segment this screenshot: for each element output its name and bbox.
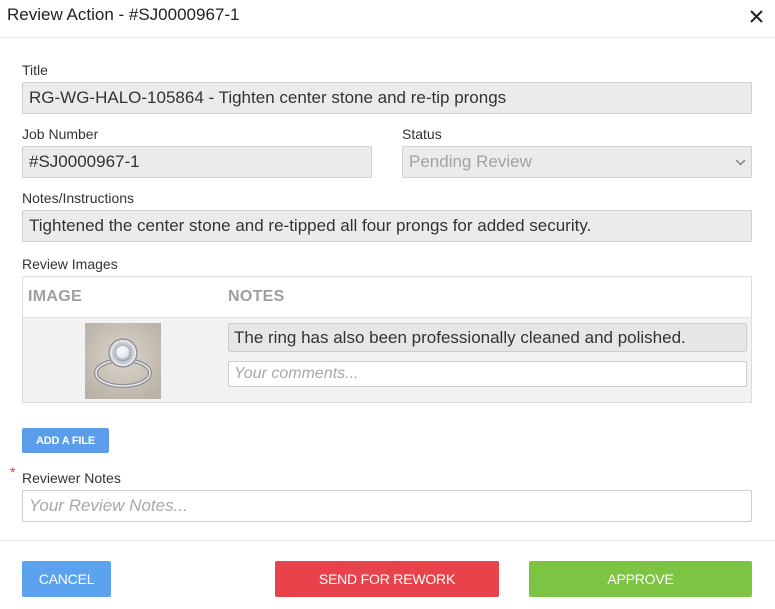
add-file-button[interactable]: ADD A FILE bbox=[22, 428, 109, 453]
close-icon[interactable] bbox=[749, 9, 763, 23]
image-note-field[interactable]: The ring has also been professionally cl… bbox=[228, 323, 747, 352]
cancel-button[interactable]: CANCEL bbox=[22, 561, 111, 597]
reviewer-notes-input[interactable] bbox=[22, 490, 752, 522]
approve-button[interactable]: APPROVE bbox=[529, 561, 752, 597]
notes-field[interactable]: Tightened the center stone and re-tipped… bbox=[22, 210, 752, 242]
status-label: Status bbox=[402, 126, 442, 142]
status-select[interactable]: Pending Review bbox=[402, 146, 752, 178]
review-images-table: IMAGE NOTES The ring has also been profe… bbox=[22, 276, 752, 403]
title-field[interactable]: RG-WG-HALO-105864 - Tighten center stone… bbox=[22, 82, 752, 114]
notes-label: Notes/Instructions bbox=[22, 190, 135, 206]
dialog-title: Review Action - #SJ0000967-1 bbox=[7, 5, 240, 24]
close-button[interactable] bbox=[745, 5, 767, 27]
review-images-label: Review Images bbox=[22, 256, 118, 272]
send-for-rework-button[interactable]: SEND FOR REWORK bbox=[275, 561, 499, 597]
job-number-field[interactable]: #SJ0000967-1 bbox=[22, 146, 372, 178]
title-label: Title bbox=[22, 62, 48, 78]
footer-divider bbox=[0, 540, 775, 541]
column-header-image: IMAGE bbox=[28, 288, 82, 305]
dialog-header: Review Action - #SJ0000967-1 bbox=[0, 0, 775, 38]
ring-thumbnail[interactable] bbox=[85, 323, 161, 399]
job-number-label: Job Number bbox=[22, 126, 99, 142]
reviewer-notes-label: Reviewer Notes bbox=[22, 470, 121, 486]
required-indicator: * bbox=[10, 464, 16, 480]
table-row: The ring has also been professionally cl… bbox=[23, 317, 751, 402]
image-comment-input[interactable] bbox=[228, 361, 747, 387]
column-header-notes: NOTES bbox=[228, 288, 285, 305]
chevron-down-icon bbox=[735, 159, 746, 166]
status-select-value: Pending Review bbox=[409, 152, 532, 171]
